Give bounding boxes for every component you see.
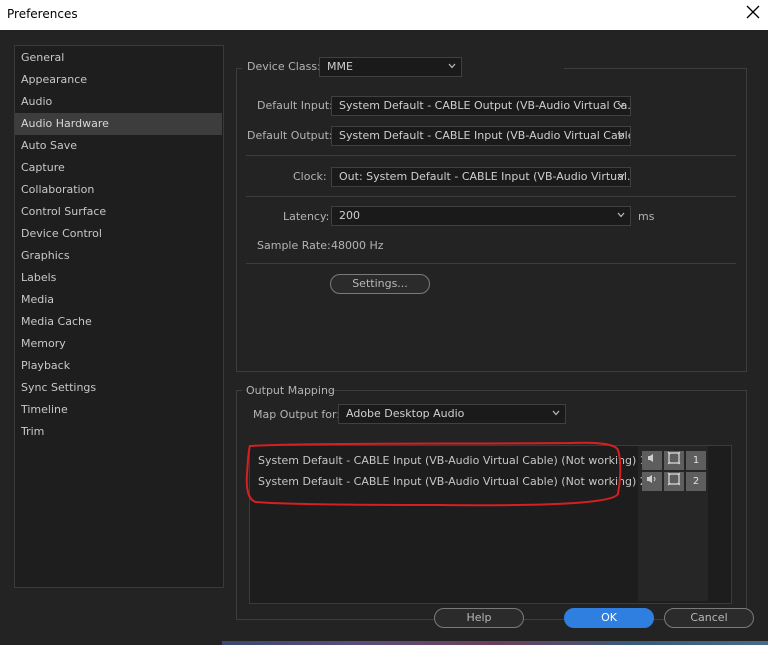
clock-value: Out: System Default - CABLE Input (VB-Au… <box>339 170 631 183</box>
channel-1-button[interactable]: 1 <box>686 451 706 470</box>
speaker-frame-icon[interactable] <box>664 451 684 470</box>
latency-dropdown[interactable]: 200 <box>331 206 631 226</box>
latency-label: Latency: <box>283 210 330 223</box>
default-input-label: Default Input: <box>257 99 333 112</box>
sidebar-item-media-cache[interactable]: Media Cache <box>15 311 222 333</box>
divider <box>246 155 736 156</box>
speaker-frame-icon[interactable] <box>664 472 684 491</box>
red-annotation-outline <box>245 441 622 507</box>
sidebar-item-general[interactable]: General <box>15 47 222 69</box>
chevron-down-icon <box>617 212 625 218</box>
sidebar-item-capture[interactable]: Capture <box>15 157 222 179</box>
device-class-value: MME <box>327 60 353 73</box>
sidebar-item-timeline[interactable]: Timeline <box>15 399 222 421</box>
divider <box>246 263 736 264</box>
default-output-label: Default Output: <box>247 129 333 142</box>
sidebar-item-audio[interactable]: Audio <box>15 91 222 113</box>
default-input-dropdown[interactable]: System Default - CABLE Output (VB-Audio … <box>331 96 631 116</box>
sidebar-item-collaboration[interactable]: Collaboration <box>15 179 222 201</box>
help-button[interactable]: Help <box>434 608 524 628</box>
chevron-down-icon <box>552 410 560 416</box>
settings-button[interactable]: Settings... <box>330 274 430 294</box>
sidebar-item-memory[interactable]: Memory <box>15 333 222 355</box>
sidebar-item-sync-settings[interactable]: Sync Settings <box>15 377 222 399</box>
output-mapping-title: Output Mapping <box>246 384 335 397</box>
preferences-category-list: General Appearance Audio Audio Hardware … <box>14 45 224 588</box>
chevron-down-icon <box>617 173 625 179</box>
map-output-dropdown[interactable]: Adobe Desktop Audio <box>338 404 566 424</box>
speaker-icon[interactable] <box>642 472 662 491</box>
sidebar-item-labels[interactable]: Labels <box>15 267 222 289</box>
play-icon[interactable] <box>642 451 662 470</box>
sidebar-item-control-surface[interactable]: Control Surface <box>15 201 222 223</box>
default-input-value: System Default - CABLE Output (VB-Audio … <box>339 99 631 112</box>
device-class-label: Device Class: <box>247 60 321 73</box>
latency-unit: ms <box>638 210 655 223</box>
close-icon[interactable] <box>746 5 760 19</box>
default-output-dropdown[interactable]: System Default - CABLE Input (VB-Audio V… <box>331 126 631 146</box>
window-title: Preferences <box>7 7 78 21</box>
map-output-label: Map Output for: <box>253 408 341 421</box>
sample-rate-label: Sample Rate: <box>257 239 331 252</box>
sidebar-item-auto-save[interactable]: Auto Save <box>15 135 222 157</box>
clock-dropdown[interactable]: Out: System Default - CABLE Input (VB-Au… <box>331 167 631 187</box>
chevron-down-icon <box>448 63 456 69</box>
channel-2-button[interactable]: 2 <box>686 472 706 491</box>
sidebar-item-media[interactable]: Media <box>15 289 222 311</box>
chevron-down-icon <box>617 102 625 108</box>
sidebar-item-audio-hardware[interactable]: Audio Hardware <box>15 113 222 135</box>
sidebar-item-device-control[interactable]: Device Control <box>15 223 222 245</box>
sample-rate-value: 48000 Hz <box>331 239 384 252</box>
default-output-value: System Default - CABLE Input (VB-Audio V… <box>339 129 631 142</box>
bottom-strip <box>222 641 768 645</box>
divider <box>246 196 736 197</box>
map-output-value: Adobe Desktop Audio <box>346 407 465 420</box>
sidebar-item-playback[interactable]: Playback <box>15 355 222 377</box>
sidebar-item-trim[interactable]: Trim <box>15 421 222 443</box>
sidebar-item-appearance[interactable]: Appearance <box>15 69 222 91</box>
latency-value: 200 <box>339 209 360 222</box>
ok-button[interactable]: OK <box>564 608 654 628</box>
device-class-dropdown[interactable]: MME <box>319 57 462 77</box>
clock-label: Clock: <box>293 170 327 183</box>
chevron-down-icon <box>617 132 625 138</box>
sidebar-item-graphics[interactable]: Graphics <box>15 245 222 267</box>
cancel-button[interactable]: Cancel <box>664 608 754 628</box>
title-bar: Preferences <box>0 0 768 30</box>
